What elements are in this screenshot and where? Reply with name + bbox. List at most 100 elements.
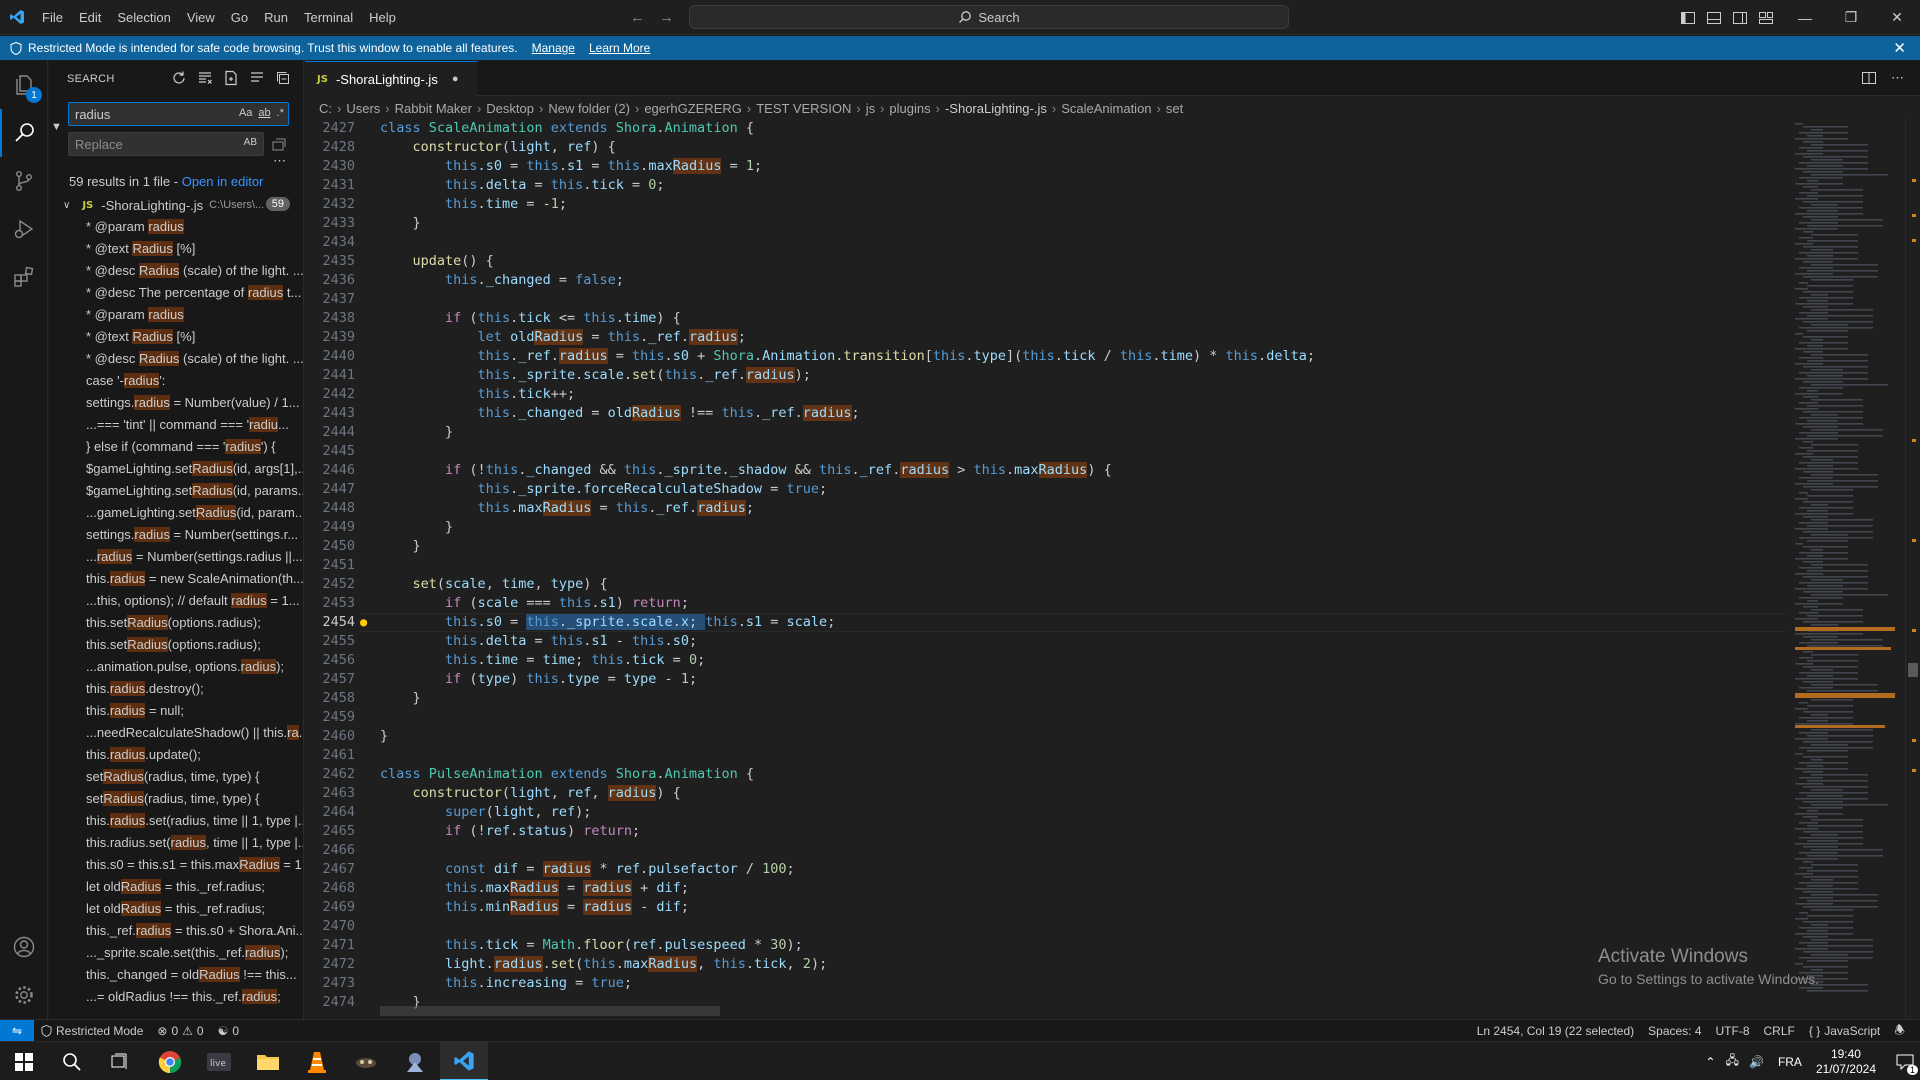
search-result-item[interactable]: this.setRadius(options.radius); <box>49 634 303 656</box>
vertical-scrollbar[interactable] <box>1905 119 1919 1019</box>
chevron-up-icon[interactable]: ⌃ <box>1706 1055 1716 1069</box>
search-result-item[interactable]: this.radius = new ScaleAnimation(th... <box>49 568 303 590</box>
menu-help[interactable]: Help <box>361 0 404 35</box>
search-result-item[interactable]: * @desc Radius (scale) of the light. ... <box>49 260 303 282</box>
search-result-item[interactable]: ...= oldRadius !== this._ref.radius; <box>49 986 303 1008</box>
search-result-item[interactable]: $gameLighting.setRadius(id, params... <box>49 480 303 502</box>
breadcrumb-item[interactable]: js <box>866 101 875 116</box>
toggle-panel-icon[interactable] <box>1706 10 1722 26</box>
code-editor[interactable]: 2427 class ScaleAnimation extends Shora.A… <box>305 119 1785 1019</box>
search-result-item[interactable]: setRadius(radius, time, type) { <box>49 766 303 788</box>
banner-close-icon[interactable]: ✕ <box>1893 39 1906 57</box>
back-arrow-icon[interactable]: ← <box>630 9 645 26</box>
indentation[interactable]: Spaces: 4 <box>1641 1020 1708 1042</box>
open-in-editor-link[interactable]: Open in editor <box>182 174 264 189</box>
search-result-item[interactable]: * @text Radius [%] <box>49 326 303 348</box>
search-result-item[interactable]: this.radius = null; <box>49 700 303 722</box>
breadcrumb-item[interactable]: -ShoraLighting-.js <box>945 101 1047 116</box>
replace-input[interactable]: Replace AB <box>68 132 264 156</box>
search-result-item[interactable]: this._ref.radius = this.s0 + Shora.Ani..… <box>49 920 303 942</box>
scrollbar-thumb[interactable] <box>1908 663 1918 677</box>
menu-file[interactable]: File <box>34 0 71 35</box>
search-result-item[interactable]: setRadius(radius, time, type) { <box>49 788 303 810</box>
taskbar-search-icon[interactable] <box>48 1042 96 1080</box>
learn-more-link[interactable]: Learn More <box>589 41 650 55</box>
clock[interactable]: 19:40 21/07/2024 <box>1816 1047 1876 1077</box>
game-icon[interactable] <box>342 1042 390 1080</box>
search-result-item[interactable]: ..._sprite.scale.set(this._ref.radius); <box>49 942 303 964</box>
close-window-icon[interactable]: ✕ <box>1874 0 1920 35</box>
network-icon[interactable]: 🖧 <box>1726 1051 1739 1072</box>
breadcrumb-item[interactable]: ScaleAnimation <box>1061 101 1151 116</box>
match-whole-word-toggle[interactable]: ab <box>258 107 270 119</box>
toggle-replace-chevron-icon[interactable]: ▼ <box>51 121 62 133</box>
manage-activity[interactable] <box>0 971 48 1019</box>
search-result-item[interactable]: ...this, options); // default radius = 1… <box>49 590 303 612</box>
vscode-taskbar-icon[interactable] <box>440 1042 488 1080</box>
menu-selection[interactable]: Selection <box>109 0 178 35</box>
command-center[interactable]: Search <box>689 5 1289 29</box>
search-activity[interactable] <box>0 109 48 157</box>
customize-layout-icon[interactable] <box>1758 10 1774 26</box>
clear-results-icon[interactable] <box>197 70 213 86</box>
accounts-activity[interactable] <box>0 923 48 971</box>
extensions-activity[interactable] <box>0 253 48 301</box>
breadcrumb-item[interactable]: Rabbit Maker <box>395 101 472 116</box>
search-result-item[interactable]: this._changed = oldRadius !== this... <box>49 964 303 986</box>
search-result-item[interactable]: this.setRadius(options.radius); <box>49 612 303 634</box>
restore-icon[interactable]: ❐ <box>1828 0 1874 35</box>
search-result-item[interactable]: this.radius.destroy(); <box>49 678 303 700</box>
input-language[interactable]: FRA <box>1778 1055 1802 1069</box>
menu-run[interactable]: Run <box>256 0 296 35</box>
manage-link[interactable]: Manage <box>532 41 575 55</box>
breadcrumb-item[interactable]: C: <box>319 101 332 116</box>
search-result-item[interactable]: * @param radius <box>49 216 303 238</box>
more-options-icon[interactable]: ⋯ <box>273 153 286 169</box>
search-result-item[interactable]: ...animation.pulse, options.radius); <box>49 656 303 678</box>
volume-icon[interactable]: 🔊 <box>1749 1055 1764 1069</box>
lightbulb-icon[interactable]: ● <box>360 615 367 629</box>
toggle-secondary-sidebar-icon[interactable] <box>1732 10 1748 26</box>
notifications-bell-icon[interactable]: 🕭 <box>1887 1020 1912 1042</box>
menu-edit[interactable]: Edit <box>71 0 109 35</box>
menu-terminal[interactable]: Terminal <box>296 0 361 35</box>
encoding[interactable]: UTF-8 <box>1709 1020 1757 1042</box>
end-of-line[interactable]: CRLF <box>1757 1020 1802 1042</box>
breadcrumb-item[interactable]: TEST VERSION <box>756 101 851 116</box>
cursor-position[interactable]: Ln 2454, Col 19 (22 selected) <box>1470 1020 1641 1042</box>
minimap[interactable] <box>1785 119 1905 1019</box>
problems-status[interactable]: ⊗ 0 ⚠ 0 <box>150 1020 210 1042</box>
notification-center[interactable]: 1 <box>1890 1042 1920 1080</box>
search-result-item[interactable]: ...=== 'tint' || command === 'radiu... <box>49 414 303 436</box>
minimize-icon[interactable]: — <box>1782 0 1828 35</box>
search-result-item[interactable]: this.s0 = this.s1 = this.maxRadius = 1; <box>49 854 303 876</box>
breadcrumb-item[interactable]: New folder (2) <box>548 101 630 116</box>
remote-indicator-icon[interactable]: ⇋ <box>0 1019 34 1042</box>
breadcrumb-item[interactable]: Desktop <box>486 101 534 116</box>
refresh-icon[interactable] <box>171 70 187 86</box>
explorer-activity[interactable]: 1 <box>0 61 48 109</box>
search-result-item[interactable]: case '-radius': <box>49 370 303 392</box>
use-regex-toggle[interactable]: .* <box>277 107 284 119</box>
language-mode[interactable]: { } JavaScript <box>1802 1020 1887 1042</box>
search-result-item[interactable]: settings.radius = Number(value) / 1... <box>49 392 303 414</box>
search-result-item[interactable]: let oldRadius = this._ref.radius; <box>49 898 303 920</box>
breadcrumb-item[interactable]: egerhGZERERG <box>644 101 742 116</box>
tab-shoralighting[interactable]: JS -ShoraLighting-.js ● <box>305 61 477 96</box>
search-result-item[interactable]: * @param radius <box>49 304 303 326</box>
menu-go[interactable]: Go <box>223 0 256 35</box>
replace-all-icon[interactable] <box>271 136 287 152</box>
search-result-item[interactable]: let oldRadius = this._ref.radius; <box>49 876 303 898</box>
unsaved-dot-icon[interactable]: ● <box>452 73 459 85</box>
search-result-item[interactable]: this.radius.set(radius, time || 1, type … <box>49 832 303 854</box>
view-as-tree-icon[interactable] <box>249 70 265 86</box>
breadcrumb-item[interactable]: plugins <box>889 101 930 116</box>
search-result-item[interactable]: settings.radius = Number(settings.r... <box>49 524 303 546</box>
search-result-item[interactable]: ...needRecalculateShadow() || this.ra... <box>49 722 303 744</box>
search-result-item[interactable]: ...gameLighting.setRadius(id, param... <box>49 502 303 524</box>
new-search-editor-icon[interactable] <box>223 70 239 86</box>
horizontal-scrollbar[interactable] <box>380 1006 720 1016</box>
search-result-item[interactable]: this.radius.update(); <box>49 744 303 766</box>
breadcrumb-item[interactable]: Users <box>346 101 380 116</box>
restricted-mode-status[interactable]: Restricted Mode <box>34 1020 150 1042</box>
